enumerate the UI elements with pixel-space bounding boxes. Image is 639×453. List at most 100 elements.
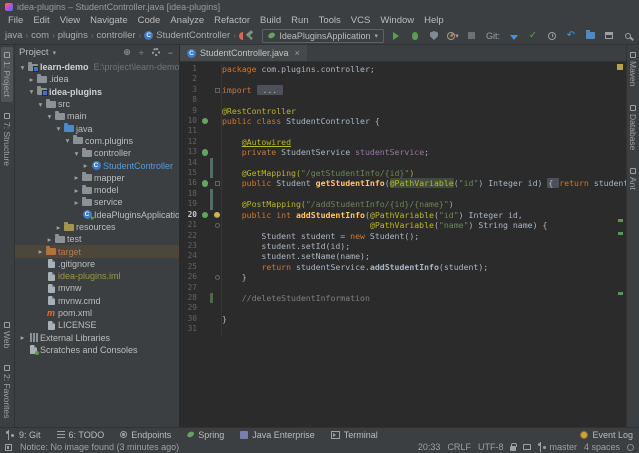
tree-item-mvnw-cmd[interactable]: mvnw.cmd [15, 295, 179, 307]
code-line-12[interactable]: 12 @Autowired [180, 137, 626, 147]
locate-file-button[interactable]: ⊕ [121, 47, 133, 58]
fold-marker-icon[interactable] [215, 223, 220, 228]
line-number[interactable]: 26 [180, 272, 200, 282]
code-line-24[interactable]: 24 student.setName(name); [180, 251, 626, 261]
fold-marker-icon[interactable] [215, 88, 220, 93]
tree-item-resources[interactable]: ▸resources [15, 221, 179, 233]
line-number[interactable]: 11 [180, 126, 200, 136]
spring-bean-icon[interactable] [202, 180, 209, 187]
menu-refactor[interactable]: Refactor [209, 15, 255, 26]
line-number[interactable]: 10 [180, 116, 200, 126]
line-number[interactable]: 9 [180, 106, 200, 116]
tree-item-model[interactable]: ▸model [15, 184, 179, 196]
menu-analyze[interactable]: Analyze [165, 15, 209, 26]
code-line-15[interactable]: 15 @GetMapping("/getStudentInfo/{id}") [180, 168, 626, 178]
breadcrumb-studentcontroller[interactable]: CStudentController [143, 30, 231, 41]
tree-item-service[interactable]: ▸service [15, 196, 179, 208]
code-line-29[interactable]: 29 [180, 303, 626, 313]
inspection-indicator[interactable] [617, 64, 623, 70]
close-icon[interactable]: × [295, 48, 300, 58]
menu-navigate[interactable]: Navigate [85, 15, 133, 26]
code-line-2[interactable]: 2 [180, 74, 626, 84]
tool-button-terminal[interactable]: Terminal [331, 430, 378, 440]
tool-button-7-structure[interactable]: 7: Structure [1, 108, 13, 171]
line-number[interactable]: 30 [180, 314, 200, 324]
tab-studentcontroller[interactable]: C StudentController.java × [180, 45, 307, 61]
lock-icon[interactable] [510, 446, 516, 451]
code-line-1[interactable]: 1package com.plugins.controller; [180, 64, 626, 74]
toolwindow-layout-button[interactable] [602, 29, 616, 43]
tree-arrow[interactable]: ▾ [18, 63, 27, 72]
code-line-20[interactable]: 20 public int addStudentInfo(@PathVariab… [180, 210, 626, 220]
file-encoding[interactable]: UTF-8 [478, 442, 504, 452]
code-line-14[interactable]: 14 [180, 158, 626, 168]
rollback-button[interactable]: ↶ [564, 29, 578, 43]
menu-tools[interactable]: Tools [314, 15, 346, 26]
run-configuration-select[interactable]: IdeaPluginsApplication ▾ [262, 29, 384, 43]
tool-button-ant[interactable]: Ant [627, 163, 639, 195]
tool-button-9-git[interactable]: 9: Git [6, 430, 41, 440]
tool-button-2-favorites[interactable]: 2: Favorites [1, 360, 13, 423]
code-line-30[interactable]: 30} [180, 314, 626, 324]
tool-button-spring[interactable]: Spring [187, 430, 224, 440]
tree-item-ideapluginsapplication[interactable]: CIdeaPluginsApplication [15, 209, 179, 221]
tree-arrow[interactable]: ▾ [72, 149, 81, 158]
update-project-button[interactable] [507, 29, 521, 43]
line-number[interactable]: 13 [180, 147, 200, 157]
collapse-all-button[interactable]: ÷ [137, 48, 146, 58]
tree-item-com-plugins[interactable]: ▾com.plugins [15, 135, 179, 147]
tree-item-main[interactable]: ▾main [15, 110, 179, 122]
code-line-8[interactable]: 8 [180, 95, 626, 105]
tool-button-maven[interactable]: Maven [627, 47, 639, 92]
tree-item-learn-demo[interactable]: ▾learn-demoE:\project\learn-demo [15, 61, 179, 73]
code-line-21[interactable]: 21 @PathVariable("name") String name) { [180, 220, 626, 230]
history-button[interactable] [545, 29, 559, 43]
menu-file[interactable]: File [3, 15, 28, 26]
code-line-11[interactable]: 11 [180, 126, 626, 136]
vcs-stripe-mark[interactable] [618, 232, 623, 235]
intention-bulb-icon[interactable] [214, 212, 220, 218]
commit-button[interactable]: ✓ [526, 29, 540, 43]
tree-item-test[interactable]: ▸test [15, 233, 179, 245]
code-line-18[interactable]: 18 [180, 189, 626, 199]
code-line-16[interactable]: 16 public Student getStudentInfo(@PathVa… [180, 178, 626, 188]
caret-position[interactable]: 20:33 [418, 442, 441, 452]
line-number[interactable]: 23 [180, 241, 200, 251]
line-number[interactable]: 27 [180, 283, 200, 293]
line-number[interactable]: 1 [180, 64, 200, 74]
line-number[interactable]: 31 [180, 324, 200, 334]
line-number[interactable]: 15 [180, 168, 200, 178]
breadcrumb-controller[interactable]: controller [96, 30, 137, 41]
tree-arrow[interactable]: ▸ [72, 186, 81, 195]
fold-marker-icon[interactable] [215, 275, 220, 280]
code-editor[interactable]: 1package com.plugins.controller;23import… [180, 62, 626, 427]
tree-item-gitignore[interactable]: .gitignore [15, 258, 179, 270]
stop-button[interactable] [465, 29, 479, 43]
line-number[interactable]: 18 [180, 189, 200, 199]
breadcrumb-com[interactable]: com [30, 30, 50, 41]
code-line-3[interactable]: 3import ... [180, 85, 626, 95]
tree-item-pom-xml[interactable]: mpom.xml [15, 307, 179, 319]
tree-arrow[interactable]: ▾ [63, 136, 72, 145]
breadcrumb-plugins[interactable]: plugins [57, 30, 89, 41]
spring-bean-icon[interactable] [202, 118, 209, 125]
tree-item-mvnw[interactable]: mvnw [15, 282, 179, 294]
line-number[interactable]: 2 [180, 74, 200, 84]
tree-item-mapper[interactable]: ▸mapper [15, 172, 179, 184]
indent-setting[interactable]: 4 spaces [584, 442, 620, 452]
menu-code[interactable]: Code [133, 15, 166, 26]
tree-item-idea-plugins-iml[interactable]: idea-plugins.iml [15, 270, 179, 282]
background-tasks-icon[interactable] [627, 444, 634, 451]
tree-arrow[interactable]: ▸ [72, 173, 81, 182]
tree-arrow[interactable]: ▸ [18, 333, 27, 342]
tree-arrow[interactable]: ▾ [27, 87, 36, 96]
line-number[interactable]: 8 [180, 95, 200, 105]
toolwindow-switcher-icon[interactable] [5, 444, 12, 451]
spring-bean-icon[interactable] [202, 212, 209, 219]
menu-run[interactable]: Run [286, 15, 313, 26]
line-number[interactable]: 24 [180, 251, 200, 261]
tree-arrow[interactable]: ▾ [54, 124, 63, 133]
tree-item-idea-plugins[interactable]: ▾idea-plugins [15, 86, 179, 98]
code-line-19[interactable]: 19 @PostMapping("/addStudentInfo/{id}/{n… [180, 199, 626, 209]
line-number[interactable]: 25 [180, 262, 200, 272]
